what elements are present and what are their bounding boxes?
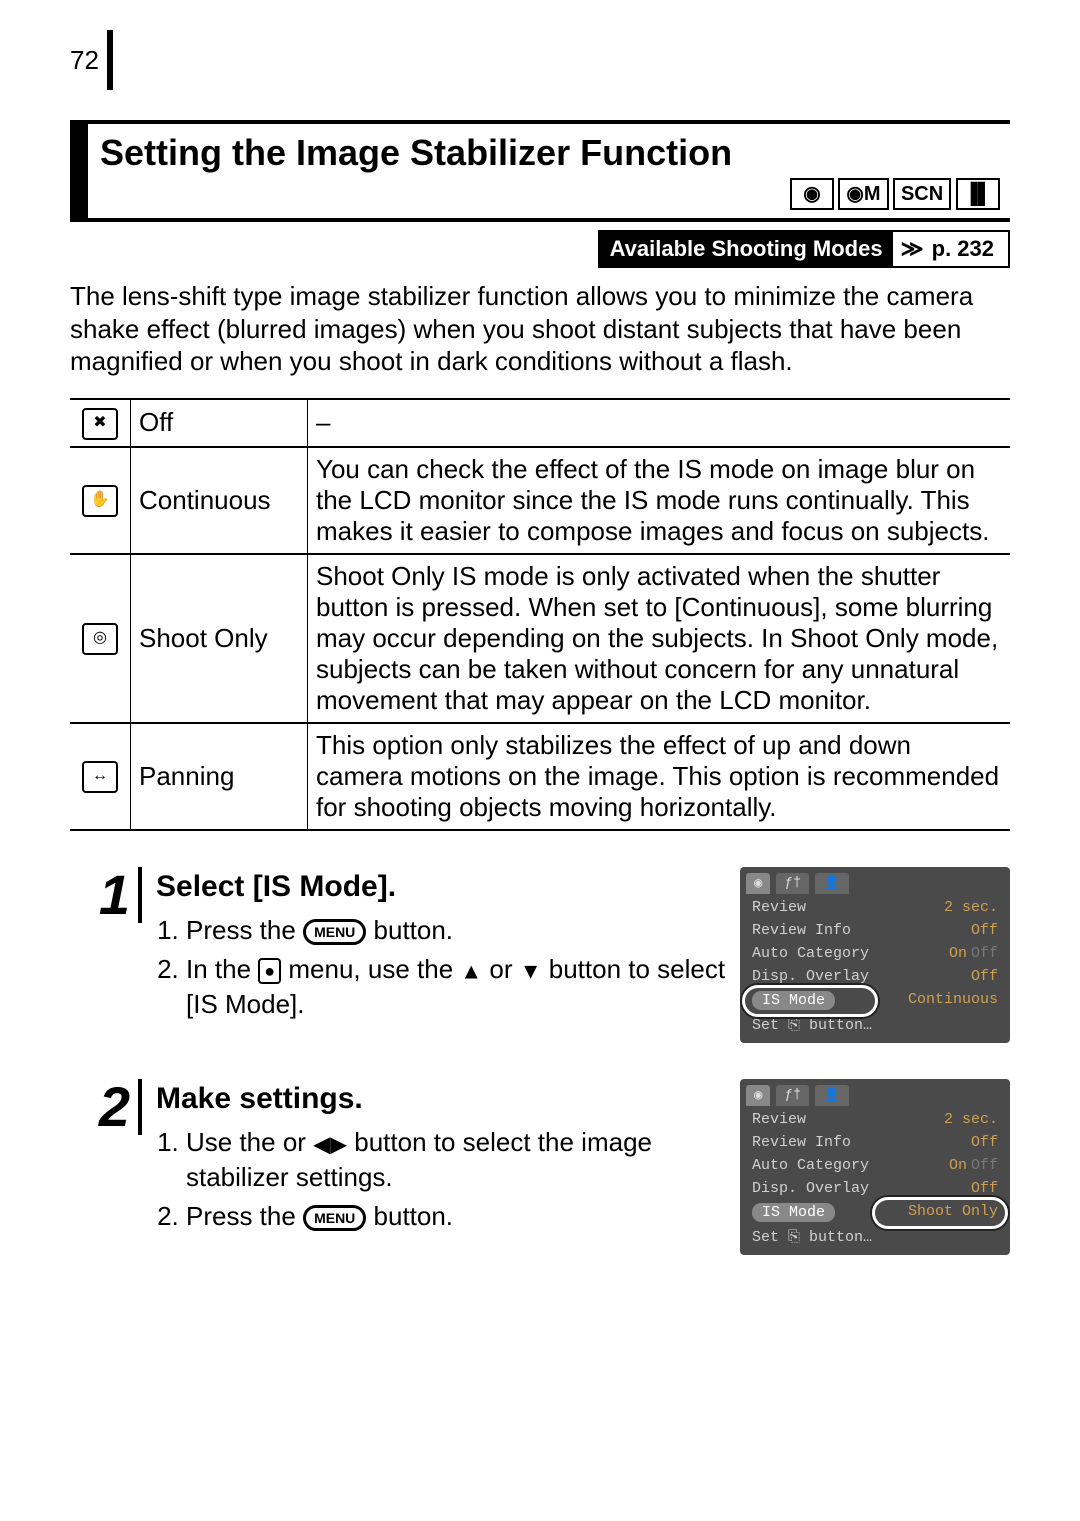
is-mode-desc: This option only stabilizes the effect o… (308, 723, 1011, 830)
is-mode-name: Continuous (131, 447, 308, 554)
is-mode-name: Panning (131, 723, 308, 830)
lcd-label: Set ⎘ button… (752, 1016, 872, 1034)
lcd-screenshot: ◉ƒ†👤Review2 sec.Review InfoOffAuto Categ… (740, 1079, 1010, 1255)
step-item: In the ● menu, use the ▲ or ▼ button to … (186, 952, 726, 1022)
lcd-tab: ◉ (746, 1085, 770, 1106)
arrow-icon: ▲ (460, 958, 482, 983)
is-mode-icon: ◎ (70, 554, 131, 723)
lcd-tab: ƒ† (776, 1085, 809, 1106)
step-item: Press the MENU button. (186, 913, 726, 948)
page-number-bar (107, 30, 113, 90)
table-row: ✋ContinuousYou can check the effect of t… (70, 447, 1010, 554)
lcd-row: Set ⎘ button… (740, 1013, 1010, 1037)
lcd-label: Set ⎘ button… (752, 1228, 872, 1246)
lcd-label: Review Info (752, 922, 851, 939)
is-mode-desc: Shoot Only IS mode is only activated whe… (308, 554, 1011, 723)
mode-icon: ◉ (790, 178, 834, 210)
lcd-row: Review 2 sec. (740, 1108, 1010, 1131)
step-item: Use the or ◀▶ button to select the image… (186, 1125, 726, 1195)
is-mode-desc: – (308, 399, 1011, 447)
is-mode-icon: ✋ (70, 447, 131, 554)
mode-icons-row: ◉ ◉M SCN ▐▌ (100, 178, 1010, 210)
arrow-icon: ▼ (520, 958, 542, 983)
lcd-row: Set ⎘ button… (740, 1225, 1010, 1249)
lcd-label: Disp. Overlay (752, 1180, 869, 1197)
mode-icon: ▐▌ (956, 178, 1000, 210)
available-modes-label: Available Shooting Modes (600, 232, 893, 266)
lcd-value: On (949, 1157, 967, 1174)
intro-text: The lens-shift type image stabilizer fun… (70, 280, 1010, 378)
lcd-label: Review Info (752, 1134, 851, 1151)
section-header-bar (70, 124, 88, 218)
lcd-value-dim: Off (971, 945, 998, 962)
page-number: 72 (70, 45, 99, 76)
step-title: Select [IS Mode]. (156, 867, 726, 908)
arrow-icon: ◀ (313, 1131, 330, 1156)
lcd-value: 2 sec. (944, 1111, 998, 1128)
lcd-value: Off (971, 922, 998, 939)
lcd-row: Auto Category OnOff (740, 942, 1010, 965)
mode-icon: SCN (893, 178, 951, 210)
lcd-row: Disp. Overlay Off (740, 965, 1010, 988)
lcd-value: On (949, 945, 967, 962)
lcd-label: Auto Category (752, 1157, 869, 1174)
is-mode-desc: You can check the effect of the IS mode … (308, 447, 1011, 554)
section-header: Setting the Image Stabilizer Function ◉ … (70, 120, 1010, 222)
available-modes-arrow-icon: ≫ (893, 236, 932, 262)
lcd-label: Auto Category (752, 945, 869, 962)
step-number: 1 (70, 867, 142, 923)
lcd-row: Review Info Off (740, 919, 1010, 942)
lcd-row: IS Mode Continuous (740, 988, 1010, 1013)
lcd-label: Review (752, 1111, 806, 1128)
table-row: ✖Off– (70, 399, 1010, 447)
lcd-label: IS Mode (752, 1203, 835, 1222)
lcd-screenshot: ◉ƒ†👤Review2 sec.Review InfoOffAuto Categ… (740, 867, 1010, 1043)
page-number-block: 72 (70, 30, 1010, 90)
mode-icon: ◉M (838, 178, 888, 210)
lcd-row: IS Mode Shoot Only (740, 1200, 1010, 1225)
available-modes-row: Available Shooting Modes ≫ p. 232 (70, 230, 1010, 268)
step-row: 1 Select [IS Mode]. Press the MENU button.… (70, 867, 1010, 1043)
is-mode-table: ✖Off–✋ContinuousYou can check the effect… (70, 398, 1010, 831)
lcd-tab: 👤 (815, 873, 848, 894)
lcd-value: Off (971, 1134, 998, 1151)
lcd-row: Auto Category OnOff (740, 1154, 1010, 1177)
is-mode-icon: ↔ (70, 723, 131, 830)
lcd-row: Review Info Off (740, 1131, 1010, 1154)
step-item: Press the MENU button. (186, 1199, 726, 1234)
lcd-value: Off (971, 1180, 998, 1197)
lcd-label: Disp. Overlay (752, 968, 869, 985)
table-row: ◎Shoot OnlyShoot Only IS mode is only ac… (70, 554, 1010, 723)
is-mode-name: Off (131, 399, 308, 447)
step-title: Make settings. (156, 1079, 726, 1120)
step-row: 2 Make settings. Use the or ◀▶ button to s… (70, 1079, 1010, 1255)
table-row: ↔PanningThis option only stabilizes the … (70, 723, 1010, 830)
step-number: 2 (70, 1079, 142, 1135)
lcd-value: Off (971, 968, 998, 985)
lcd-row: Review 2 sec. (740, 896, 1010, 919)
lcd-tab: 👤 (815, 1085, 848, 1106)
lcd-label: IS Mode (752, 991, 835, 1010)
lcd-tab: ƒ† (776, 873, 809, 894)
lcd-value: 2 sec. (944, 899, 998, 916)
is-mode-icon: ✖ (70, 399, 131, 447)
camera-menu-icon: ● (258, 958, 281, 984)
lcd-row: Disp. Overlay Off (740, 1177, 1010, 1200)
section-title: Setting the Image Stabilizer Function (100, 132, 1010, 174)
arrow-icon: ▶ (330, 1131, 347, 1156)
lcd-value: Continuous (908, 991, 998, 1010)
lcd-label: Review (752, 899, 806, 916)
available-modes-box: Available Shooting Modes ≫ p. 232 (598, 230, 1010, 268)
menu-button-icon: MENU (303, 919, 366, 945)
is-mode-name: Shoot Only (131, 554, 308, 723)
lcd-value-dim: Off (971, 1157, 998, 1174)
lcd-value: Shoot Only (908, 1203, 998, 1222)
menu-button-icon: MENU (303, 1205, 366, 1231)
lcd-tab: ◉ (746, 873, 770, 894)
available-modes-page-ref: p. 232 (932, 236, 1008, 262)
